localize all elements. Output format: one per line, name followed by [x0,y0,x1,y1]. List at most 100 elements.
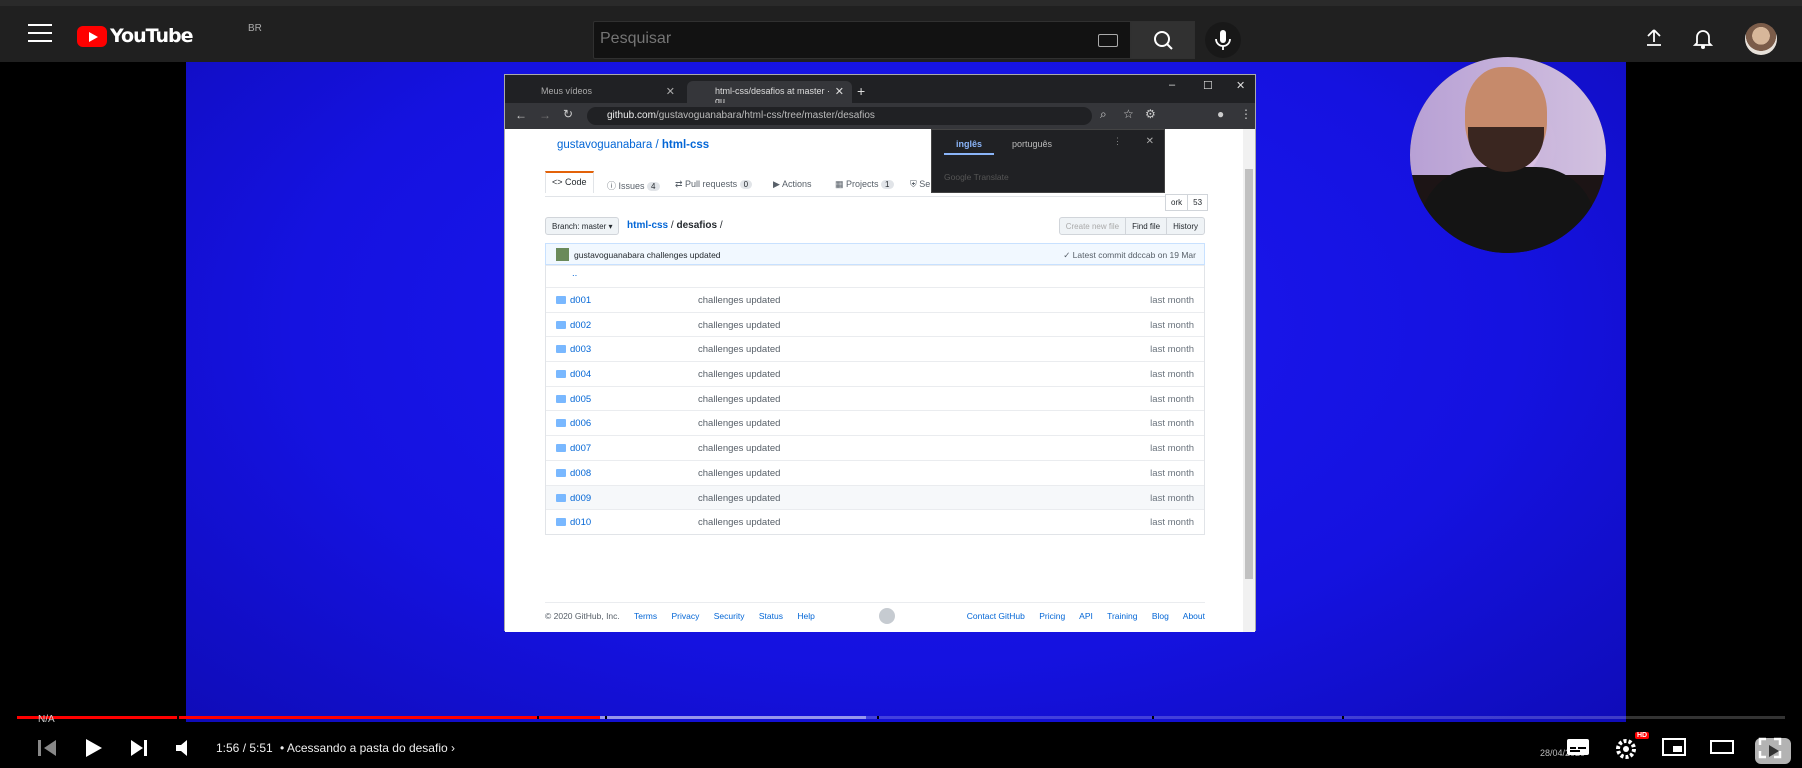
footer-link[interactable]: Security [714,611,745,621]
more-icon[interactable]: ⋮ [1113,136,1122,147]
tab-security[interactable]: ⛨ Se [910,179,930,190]
search-button[interactable] [1131,21,1195,59]
progress-bar[interactable] [17,716,1785,719]
latest-commit[interactable]: ✓ Latest commit ddccab on 19 Mar [1063,250,1196,261]
file-name-link[interactable]: d002 [570,320,591,331]
subtitles-icon[interactable] [1566,737,1590,757]
footer-link[interactable]: Privacy [672,611,700,621]
commit-message-link[interactable]: challenges updated [698,443,780,454]
file-name-link[interactable]: d009 [570,493,591,504]
table-row[interactable]: d006 challenges updated last month [546,410,1204,435]
parent-dir-row[interactable]: .. [546,265,1204,287]
more-icon[interactable]: ⋮ [1240,107,1252,121]
minimize-icon[interactable]: – [1169,79,1175,91]
search-box[interactable] [593,21,1131,59]
table-row[interactable]: d004 challenges updated last month [546,361,1204,386]
table-row[interactable]: d008 challenges updated last month [546,459,1204,485]
upload-icon[interactable] [1644,28,1664,48]
commit-message-link[interactable]: challenges updated [698,468,780,479]
footer-link[interactable]: Help [797,611,814,621]
commit-author[interactable]: gustavoguanabara [574,250,644,260]
create-new-file-button[interactable]: Create new file [1060,218,1125,234]
youtube-logo[interactable]: YouTube BR [77,23,262,47]
table-row[interactable]: d001 challenges updated last month [546,287,1204,312]
file-name-link[interactable]: d010 [570,517,591,528]
next-icon[interactable] [128,737,150,759]
tab-pull-requests[interactable]: ⇄ Pull requests 0 [675,179,753,190]
menu-icon[interactable] [28,24,52,44]
theater-mode-icon[interactable] [1710,737,1734,757]
tab-actions[interactable]: ▶ Actions [773,179,811,190]
translate-to-tab[interactable]: português [1012,139,1052,149]
tab-code[interactable]: <> Code [545,171,594,193]
commit-message-link[interactable]: challenges updated [698,295,780,306]
history-button[interactable]: History [1166,218,1204,234]
previous-icon[interactable] [36,737,60,759]
file-name-link[interactable]: d006 [570,418,591,429]
tab-projects[interactable]: ▦ Projects 1 [835,179,894,190]
profile-icon[interactable]: ● [1217,107,1224,121]
search-input[interactable] [600,30,1080,48]
commit-message-link[interactable]: challenges updated [698,517,780,528]
table-row[interactable]: d002 challenges updated last month [546,311,1204,337]
browser-tab[interactable]: Meus vídeos ✕ [513,81,683,103]
translate-from-tab[interactable]: inglês [943,139,995,155]
video-player[interactable]: Meus vídeos ✕ html-css/desafios at maste… [0,57,1802,768]
footer-link[interactable]: About [1183,611,1205,621]
table-row[interactable]: d009 challenges updated last month [546,484,1204,510]
commit-message[interactable]: challenges updated [647,250,721,260]
footer-link[interactable]: Status [759,611,783,621]
page-scrollbar[interactable] [1243,129,1255,632]
close-icon[interactable]: ✕ [835,85,844,98]
maximize-icon[interactable]: ☐ [1203,79,1213,92]
volume-icon[interactable] [174,737,198,759]
avatar[interactable] [1745,23,1777,55]
branch-selector[interactable]: Branch: master ▾ [545,217,620,235]
find-file-button[interactable]: Find file [1125,218,1166,234]
commit-message-link[interactable]: challenges updated [698,394,780,405]
fullscreen-icon[interactable] [1758,737,1782,759]
table-row[interactable]: d003 challenges updated last month [546,336,1204,361]
close-icon[interactable]: ✕ [1146,136,1154,147]
commit-message-link[interactable]: challenges updated [698,369,780,380]
file-name-link[interactable]: d007 [570,443,591,454]
file-name-link[interactable]: d001 [570,295,591,306]
zoom-icon[interactable]: ⌕ [1100,107,1107,122]
forward-icon[interactable]: → [539,108,551,122]
reload-icon[interactable]: ↻ [563,107,573,121]
table-row[interactable]: d005 challenges updated last month [546,385,1204,411]
star-icon[interactable]: ☆ [1123,107,1134,121]
chapter-title[interactable]: • Acessando a pasta do desafio › [280,741,455,755]
footer-link[interactable]: Blog [1152,611,1169,621]
file-name-link[interactable]: d005 [570,394,591,405]
footer-link[interactable]: Pricing [1039,611,1065,621]
github-logo-icon[interactable] [879,608,895,624]
repo-name-link[interactable]: html-css [662,139,709,151]
file-name-link[interactable]: d003 [570,344,591,355]
commit-message-link[interactable]: challenges updated [698,320,780,331]
play-icon[interactable] [82,737,104,759]
file-name-link[interactable]: d008 [570,468,591,479]
breadcrumb-repo[interactable]: html-css [627,220,668,231]
footer-link[interactable]: Contact GitHub [967,611,1025,621]
footer-link[interactable]: Training [1107,611,1137,621]
commit-message-link[interactable]: challenges updated [698,418,780,429]
fork-button[interactable]: ork 53 [1165,194,1209,211]
browser-tab-active[interactable]: html-css/desafios at master · gu ✕ [687,81,852,106]
new-tab-icon[interactable]: + [857,78,875,100]
close-icon[interactable]: ✕ [666,85,675,98]
settings-icon[interactable] [1614,737,1638,761]
repo-owner-link[interactable]: gustavoguanabara [557,139,652,151]
url-field[interactable]: github.com/gustavoguanabara/html-css/tre… [587,107,1092,125]
footer-link[interactable]: Terms [634,611,657,621]
back-icon[interactable]: ← [515,108,527,122]
commit-message-link[interactable]: challenges updated [698,344,780,355]
bell-icon[interactable] [1693,28,1713,50]
commit-message-link[interactable]: challenges updated [698,493,780,504]
table-row[interactable]: d010 challenges updated last month [546,509,1204,534]
close-window-icon[interactable]: ✕ [1236,79,1245,92]
extension-icon[interactable]: ⚙ [1145,107,1156,121]
file-name-link[interactable]: d004 [570,369,591,380]
table-row[interactable]: d007 challenges updated last month [546,435,1204,460]
keyboard-icon[interactable] [1098,34,1118,47]
